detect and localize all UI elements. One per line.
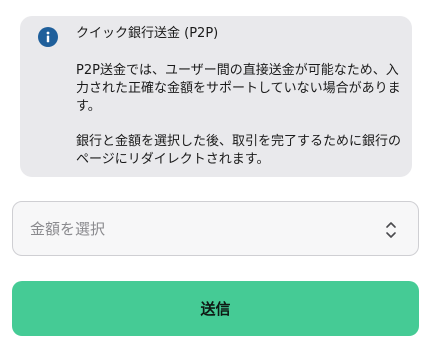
info-paragraph-redirect: 銀行と金額を選択した後、取引を完了するために銀行のページにリダイレクトされます。 [76, 134, 402, 167]
info-icon [38, 27, 58, 47]
info-title: クイック銀行送金 (P2P) [76, 26, 219, 41]
info-card: クイック銀行送金 (P2P) P2P送金では、ユーザー間の直接送金が可能なため、… [20, 16, 412, 177]
info-paragraph-p2p: P2P送金では、ユーザー間の直接送金が可能なため、入力された正確な金額をサポート… [76, 63, 401, 114]
chevron-up-down-icon [385, 220, 397, 240]
submit-button[interactable]: 送信 [12, 281, 419, 336]
amount-select[interactable]: 金額を選択 [12, 201, 419, 256]
amount-select-placeholder: 金額を選択 [30, 220, 106, 238]
